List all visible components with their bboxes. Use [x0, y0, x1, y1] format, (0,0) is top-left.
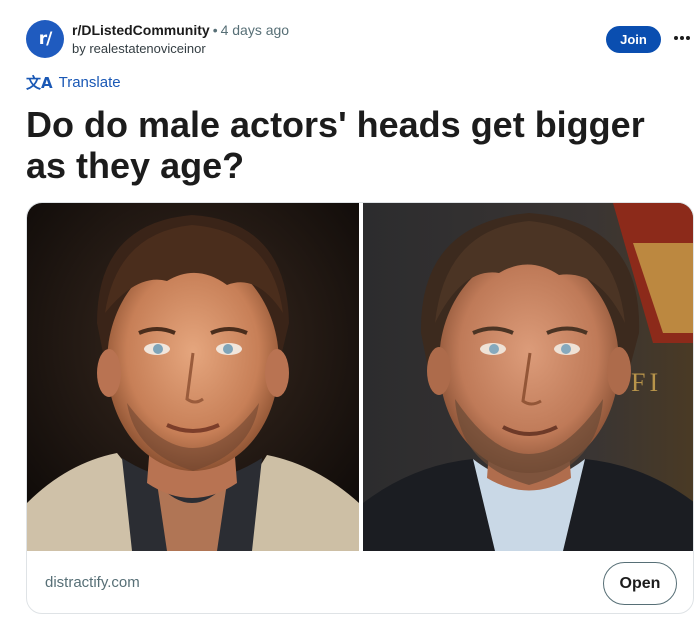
- subreddit-avatar[interactable]: r/: [26, 20, 64, 58]
- more-options-icon[interactable]: [672, 28, 692, 48]
- subreddit-link[interactable]: r/DListedCommunity: [72, 22, 210, 38]
- backdrop-text: FI: [631, 368, 662, 397]
- post-header: r/ r/DListedCommunity • 4 days ago by real…: [26, 20, 690, 60]
- translate-icon: 文A: [26, 74, 53, 92]
- open-link-button[interactable]: Open: [603, 562, 677, 605]
- post-title[interactable]: Do do male actors' heads get bigger as t…: [26, 104, 676, 186]
- post-meta: r/DListedCommunity • 4 days ago by realest…: [72, 22, 289, 57]
- photo-right: FI: [363, 203, 693, 551]
- author-link[interactable]: by realestatenoviceinor: [72, 41, 289, 57]
- link-card-footer: distractify.com Open: [27, 551, 693, 613]
- join-button[interactable]: Join: [606, 26, 661, 53]
- meta-separator: •: [212, 22, 218, 38]
- link-media[interactable]: FI: [27, 203, 693, 551]
- translate-label: Translate: [58, 74, 121, 91]
- link-card[interactable]: FI distractify.com Open: [26, 202, 694, 614]
- post-time: 4 days ago: [220, 22, 290, 38]
- link-domain[interactable]: distractify.com: [45, 574, 140, 591]
- translate-button[interactable]: 文A Translate: [26, 72, 121, 93]
- photo-left: [27, 203, 359, 551]
